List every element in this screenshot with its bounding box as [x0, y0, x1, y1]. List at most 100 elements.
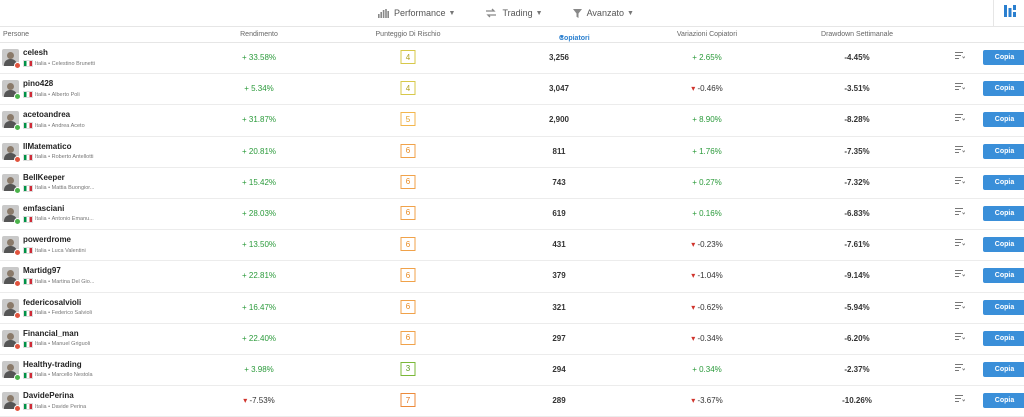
- list-menu-icon[interactable]: [955, 114, 965, 122]
- risk-score-badge: 4: [400, 50, 416, 64]
- list-menu-icon[interactable]: [955, 207, 965, 216]
- trading-icon: [485, 8, 497, 18]
- variazione-text: 1.76%: [699, 146, 722, 156]
- rendimento-value: + 22.40%: [242, 334, 276, 343]
- list-menu-icon[interactable]: [955, 301, 965, 310]
- rendimento-text: 5.34%: [251, 84, 274, 94]
- italy-flag-icon: [23, 247, 33, 255]
- copy-button[interactable]: Copia: [983, 361, 1024, 377]
- rendimento-value: + 3.98%: [244, 365, 274, 374]
- list-menu-icon[interactable]: [955, 176, 965, 185]
- copy-button[interactable]: Copia: [983, 393, 1024, 409]
- filter-trading[interactable]: Trading ▼: [485, 8, 543, 18]
- table-row[interactable]: federicosalvioli Italia • Federico Salvio…: [0, 293, 1024, 324]
- table-row[interactable]: Healthy-trading Italia • Marcello Nestola…: [0, 355, 1024, 387]
- username-link[interactable]: Healthy-trading: [23, 360, 82, 369]
- table-row[interactable]: acetoandrea Italia • Andrea Aceto + 31.87%…: [0, 105, 1024, 137]
- risk-score-badge: 6: [400, 237, 416, 252]
- traders-table-body: celesh Italia • Celestino Brunetti + 33.58…: [0, 43, 1024, 417]
- username-link[interactable]: federicosalvioli: [23, 298, 81, 307]
- copy-button[interactable]: Copia: [983, 205, 1024, 221]
- status-dot-icon: [14, 280, 21, 288]
- variazione-text: -3.67%: [697, 396, 723, 406]
- copy-button[interactable]: Copia: [983, 143, 1024, 159]
- table-row[interactable]: Martidg97 Italia • Martina Del Gio... + 22…: [0, 261, 1024, 293]
- list-menu-icon[interactable]: [955, 83, 965, 91]
- country-label: Italia: [35, 310, 47, 316]
- risk-score-badge: 6: [400, 143, 416, 158]
- copiatori-value: 289: [552, 396, 566, 406]
- username-link[interactable]: emfasciani: [23, 204, 64, 213]
- copy-button[interactable]: Copia: [983, 50, 1024, 65]
- plus-sign: +: [692, 177, 697, 187]
- list-menu-icon[interactable]: [955, 145, 965, 154]
- copy-button[interactable]: Copia: [983, 299, 1024, 315]
- table-row[interactable]: powerdrome Italia • Luca Valentini + 13.50…: [0, 230, 1024, 262]
- caret-down-icon: ▼: [448, 9, 456, 17]
- username-link[interactable]: pino428: [23, 79, 53, 88]
- col-persone[interactable]: Persone: [3, 31, 29, 38]
- list-menu-icon[interactable]: [955, 363, 965, 372]
- caret-down-icon: ▼: [626, 9, 634, 17]
- rendimento-text: 22.81%: [248, 271, 277, 281]
- filter-avanzato[interactable]: Avanzato ▼: [572, 8, 634, 18]
- plus-sign: +: [692, 146, 697, 156]
- copy-button[interactable]: Copia: [983, 330, 1024, 346]
- username-link[interactable]: Martidg97: [23, 266, 61, 275]
- list-menu-icon[interactable]: [955, 239, 965, 247]
- rendimento-text: 3.98%: [251, 364, 274, 374]
- copy-button[interactable]: Copia: [983, 237, 1024, 253]
- copy-button[interactable]: Copia: [983, 174, 1024, 190]
- table-row[interactable]: pino428 Italia • Alberto Poli + 5.34% 4 3,04…: [0, 74, 1024, 106]
- country-label: Italia: [35, 278, 47, 285]
- table-row[interactable]: BellKeeper Italia • Mattia Buongior... + 1…: [0, 168, 1024, 199]
- variazione-value: + 1.76%: [692, 147, 722, 156]
- filter-performance[interactable]: Performance ▼: [378, 8, 455, 18]
- username-link[interactable]: IlMatematico: [23, 142, 71, 151]
- country-label: Italia: [35, 60, 47, 67]
- caret-down-icon: ▼: [535, 9, 543, 17]
- col-variazioni[interactable]: Variazioni Copiatori: [677, 31, 737, 38]
- copy-button[interactable]: Copia: [983, 81, 1024, 97]
- copiatori-value: 3,047: [548, 84, 570, 94]
- col-rendimento[interactable]: Rendimento: [240, 31, 278, 38]
- rendimento-text: 28.03%: [248, 208, 277, 218]
- variazione-value: ▾ -0.34%: [691, 334, 723, 343]
- username-link[interactable]: powerdrome: [23, 235, 71, 244]
- table-row[interactable]: emfasciani Italia • Antonio Emanu... + 28.…: [0, 199, 1024, 231]
- list-menu-icon[interactable]: [955, 395, 965, 403]
- col-drawdown[interactable]: Drawdown Settimanale: [821, 31, 893, 38]
- drawdown-value: -10.26%: [842, 396, 872, 406]
- table-row[interactable]: Financial_man Italia • Manuel Griguoli + 2…: [0, 324, 1024, 355]
- col-rischio[interactable]: Punteggio Di Rischio: [376, 31, 441, 38]
- list-menu-icon[interactable]: [955, 332, 965, 341]
- trader-subtitle: Italia • Luca Valentini: [23, 247, 86, 255]
- plus-sign: +: [241, 271, 247, 281]
- down-arrow-icon: ▾: [691, 302, 696, 312]
- username-link[interactable]: acetoandrea: [23, 110, 70, 119]
- drawdown-value: -2.37%: [844, 364, 870, 374]
- table-row[interactable]: IlMatematico Italia • Roberto Antellotti +…: [0, 137, 1024, 168]
- table-row[interactable]: DavidePerina Italia • Davide Perina ▾ -7.5…: [0, 386, 1024, 417]
- username-link[interactable]: BellKeeper: [23, 173, 65, 182]
- filter-group: Performance ▼ Trading ▼ Avanzato ▼: [378, 0, 664, 26]
- full-name: Manuel Griguoli: [51, 341, 91, 348]
- trader-subtitle: Italia • Mattia Buongior...: [23, 184, 94, 192]
- table-row[interactable]: celesh Italia • Celestino Brunetti + 33.58…: [0, 43, 1024, 75]
- italy-flag-icon: [23, 184, 33, 192]
- username-link[interactable]: celesh: [23, 48, 48, 57]
- copiatori-value: 811: [552, 146, 566, 156]
- trader-subtitle: Italia • Manuel Griguoli: [23, 340, 91, 348]
- italy-flag-icon: [23, 278, 33, 286]
- layout-toggle-button[interactable]: [993, 0, 1024, 26]
- rendimento-text: 22.40%: [248, 333, 277, 343]
- copy-button[interactable]: Copia: [983, 268, 1024, 284]
- username-link[interactable]: DavidePerina: [23, 391, 74, 400]
- rendimento-value: + 20.81%: [242, 147, 276, 156]
- copy-button[interactable]: Copia: [983, 112, 1024, 128]
- list-menu-icon[interactable]: [955, 270, 965, 278]
- list-menu-icon[interactable]: [955, 52, 965, 60]
- risk-score-badge: 6: [400, 268, 416, 283]
- username-link[interactable]: Financial_man: [23, 329, 79, 338]
- full-name: Marcello Nestola: [51, 372, 93, 379]
